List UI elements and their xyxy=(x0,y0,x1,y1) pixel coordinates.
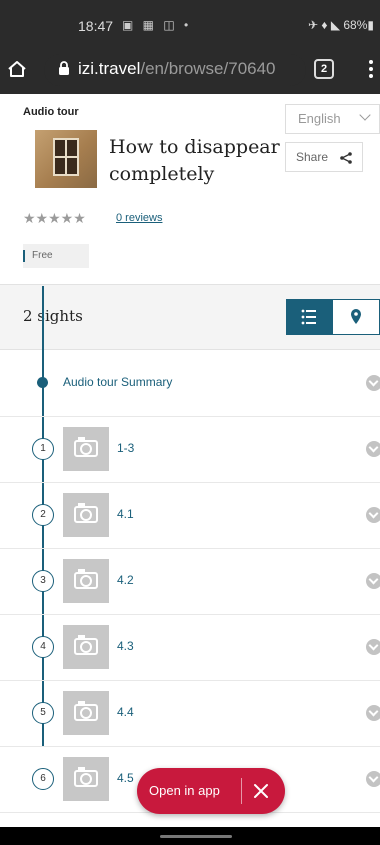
camera-placeholder-icon xyxy=(63,427,109,471)
list-item-label: Audio tour Summary xyxy=(63,375,173,389)
tour-title: How to disappear completely xyxy=(109,136,280,185)
language-select[interactable]: English xyxy=(285,104,380,134)
notification-icons: ▣ ▦ ◫ • xyxy=(122,18,192,32)
list-item[interactable]: 1 1-3 xyxy=(0,417,380,483)
chevron-down-icon[interactable] xyxy=(366,375,380,391)
item-number: 2 xyxy=(32,504,54,526)
list-item-label: 4.3 xyxy=(117,639,134,653)
chevron-down-icon xyxy=(359,109,371,121)
item-number: 5 xyxy=(32,702,54,724)
chevron-down-icon[interactable] xyxy=(366,441,380,457)
item-number: 3 xyxy=(32,570,54,592)
list-item-label: 1-3 xyxy=(117,441,135,455)
list-item[interactable]: 4 4.3 xyxy=(0,615,380,681)
open-in-app-label[interactable]: Open in app xyxy=(149,783,220,798)
chevron-down-icon[interactable] xyxy=(366,771,380,787)
home-icon[interactable] xyxy=(6,58,28,80)
list-item[interactable]: 5 4.4 xyxy=(0,681,380,747)
rating-stars: ★★★★★ xyxy=(23,210,86,226)
list-icon xyxy=(301,309,316,325)
list-view-button[interactable] xyxy=(286,299,332,335)
camera-placeholder-icon xyxy=(63,493,109,537)
sights-count: 2 sights xyxy=(23,307,83,325)
item-number: 1 xyxy=(32,438,54,460)
item-number: 4 xyxy=(32,636,54,658)
status-time: 18:47 xyxy=(78,18,114,34)
lock-icon xyxy=(59,61,69,75)
list-item-summary[interactable]: Audio tour Summary xyxy=(0,351,380,417)
close-icon[interactable] xyxy=(253,783,269,799)
list-item-label: 4.4 xyxy=(117,705,134,719)
camera-placeholder-icon xyxy=(63,625,109,669)
list-item-label: 4.1 xyxy=(117,507,134,521)
price-label: Free xyxy=(32,250,53,261)
share-button[interactable]: Share xyxy=(285,142,363,172)
chevron-down-icon[interactable] xyxy=(366,573,380,589)
list-item[interactable]: 3 4.2 xyxy=(0,549,380,615)
item-number: 6 xyxy=(32,768,54,790)
price-badge: Free xyxy=(23,244,89,268)
list-item-label: 4.2 xyxy=(117,573,134,587)
open-in-app-banner[interactable]: Open in app xyxy=(137,768,285,814)
tab-switcher-button[interactable]: 2 xyxy=(314,59,334,79)
browser-toolbar: izi.travel/en/browse/70640 2 xyxy=(0,46,380,94)
camera-placeholder-icon xyxy=(63,559,109,603)
url-host: izi.travel xyxy=(78,59,141,78)
system-status-icons: ✈ ♦ ◣ 68%▮ xyxy=(307,18,374,32)
tour-cover-image xyxy=(35,130,97,188)
list-item-label: 4.5 xyxy=(117,771,134,785)
more-menu-icon[interactable] xyxy=(364,57,378,81)
reviews-link[interactable]: 0 reviews xyxy=(116,212,162,224)
chevron-down-icon[interactable] xyxy=(366,705,380,721)
system-nav-bar xyxy=(0,827,380,845)
sights-header: 2 sights xyxy=(0,284,380,350)
url-text[interactable]: izi.travel/en/browse/70640 xyxy=(78,59,276,79)
divider xyxy=(241,778,242,804)
chevron-down-icon[interactable] xyxy=(366,639,380,655)
list-item[interactable]: 2 4.1 xyxy=(0,483,380,549)
timeline-dot xyxy=(37,377,48,388)
camera-placeholder-icon xyxy=(63,691,109,735)
camera-placeholder-icon xyxy=(63,757,109,801)
share-icon xyxy=(340,152,352,164)
map-pin-icon xyxy=(351,309,361,324)
chevron-down-icon[interactable] xyxy=(366,507,380,523)
language-value: English xyxy=(298,111,341,126)
share-label: Share xyxy=(296,150,329,164)
map-view-button[interactable] xyxy=(332,299,380,335)
status-bar: 18:47 ▣ ▦ ◫ • ✈ ♦ ◣ 68%▮ xyxy=(0,0,380,46)
tour-type-label: Audio tour xyxy=(23,106,79,118)
home-gesture-handle[interactable] xyxy=(160,835,232,838)
url-path: /en/browse/70640 xyxy=(140,59,276,78)
